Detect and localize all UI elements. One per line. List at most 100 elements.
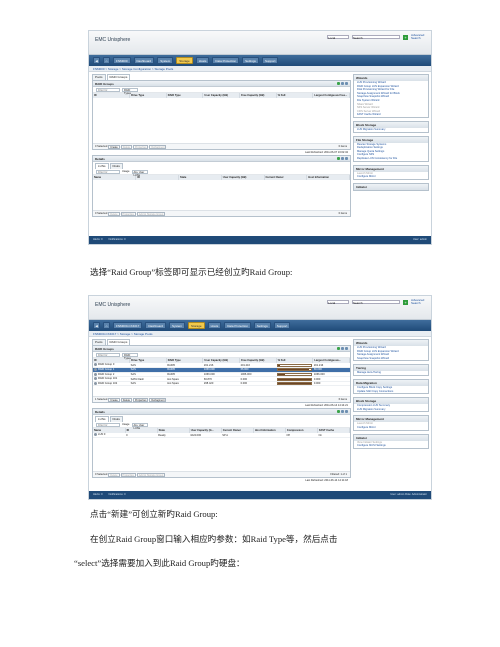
sidebar-link[interactable]: Configure iSCSI Settings <box>354 444 428 448</box>
search-go-icon[interactable]: + <box>403 299 408 305</box>
delete-button[interactable]: Delete <box>108 472 120 477</box>
node-select[interactable]: FNM000-CX4017 <box>113 322 143 329</box>
help-icon[interactable] <box>341 82 344 85</box>
tab-disks[interactable]: Disks <box>109 416 123 422</box>
delete-button[interactable]: Delete <box>108 211 120 216</box>
breadcrumb[interactable]: FNM000-CX4017 > Storage > Storage Pools <box>89 331 431 337</box>
advanced-search-link[interactable]: Advanced Search <box>411 299 425 305</box>
tab-luns[interactable]: LUNs <box>95 416 109 422</box>
advanced-search-link[interactable]: Advanced Search <box>411 34 425 40</box>
search-input[interactable]: Search <box>352 300 400 305</box>
sidebar-link[interactable]: LUN Migration Summary <box>354 408 428 412</box>
breadcrumb[interactable]: FNM000 > Storage > Storage Configuration… <box>89 66 431 72</box>
usage-select[interactable]: ALL User LUNs <box>131 422 148 430</box>
raid-type-select[interactable]: RAID Types <box>122 352 138 360</box>
nav-data-protection[interactable]: Data Protection <box>224 322 251 329</box>
raid-type-select[interactable]: RAID Types <box>122 87 138 95</box>
nav-system[interactable]: System <box>169 322 186 329</box>
home-icon[interactable]: ⌂ <box>103 57 110 64</box>
refresh-icon[interactable] <box>337 347 340 350</box>
collapse-icon[interactable] <box>345 82 348 85</box>
delete-button[interactable]: Delete <box>120 144 133 149</box>
alerts-status[interactable]: Alerts: 0 <box>93 236 103 244</box>
properties-button[interactable]: Properties <box>120 472 136 477</box>
sidebar-link[interactable]: Update SAN Copy Connections <box>354 390 428 394</box>
col-header[interactable]: Drive Type <box>129 93 167 98</box>
col-header[interactable]: Largest Contiguous Free... <box>312 93 350 98</box>
add-to-storage-group-button[interactable]: Add to Storage Group <box>136 211 166 216</box>
tab-disks[interactable]: Disks <box>109 163 123 169</box>
filter-input[interactable]: Filter for <box>96 87 120 92</box>
col-header[interactable]: % Full <box>276 93 314 98</box>
delete-button[interactable]: Delete <box>120 397 133 402</box>
help-icon[interactable] <box>341 410 344 413</box>
nav-data-protection[interactable]: Data Protection <box>212 57 240 64</box>
nav-storage[interactable]: Storage <box>188 322 205 329</box>
properties-button[interactable]: Properties <box>120 211 136 216</box>
properties-button[interactable]: Properties <box>133 397 149 402</box>
add-to-storage-group-button[interactable]: Add to Storage Group <box>136 472 166 477</box>
sidebar-link[interactable]: Replicate LUN Consistency for File <box>354 157 428 161</box>
col-header[interactable]: Current Owner <box>264 175 308 180</box>
notifications-status[interactable]: Notifications: 0 <box>109 236 126 244</box>
tab-luns[interactable]: LUNs <box>95 163 109 169</box>
defragment-button[interactable]: Defragment <box>149 397 167 402</box>
table-row[interactable]: LUN 0 0 Ready 1024.000 SP A Off On <box>93 433 350 439</box>
nav-system[interactable]: System <box>157 57 174 64</box>
percent-full-bar <box>277 372 312 376</box>
nav-hosts[interactable]: Hosts <box>207 322 222 329</box>
system-select[interactable]: Local <box>327 300 349 305</box>
search-go-icon[interactable]: + <box>403 34 408 40</box>
properties-button[interactable]: Properties <box>133 144 149 149</box>
back-icon[interactable]: ◀ <box>93 322 100 329</box>
refresh-icon[interactable] <box>337 82 340 85</box>
col-header[interactable]: User Capacity (GB) <box>221 175 265 180</box>
nav-hosts[interactable]: Hosts <box>195 57 210 64</box>
sidebar-link[interactable]: Configure Mirror <box>354 175 428 179</box>
refresh-icon[interactable] <box>337 157 340 160</box>
lun-compression: Off <box>285 433 318 439</box>
create-button[interactable]: Create <box>108 144 120 149</box>
sidebar-link[interactable]: FAST Cache Wizard <box>354 113 428 117</box>
table-row[interactable]: RAID Group 102 SAS Hot Spare 268.420 0.000 0.… <box>93 381 350 387</box>
nav-dashboard[interactable]: Dashboard <box>133 57 155 64</box>
create-button[interactable]: Create <box>108 397 120 402</box>
alerts-status[interactable]: Alerts: 0 <box>93 491 103 499</box>
collapse-icon[interactable] <box>345 410 348 413</box>
home-icon[interactable]: ⌂ <box>103 322 110 329</box>
raid-group-icon <box>94 382 97 386</box>
col-header[interactable]: User Capacity (GB) <box>202 93 241 98</box>
col-header[interactable]: Host Information <box>306 175 350 180</box>
nav-support[interactable]: Support <box>273 322 291 329</box>
col-header[interactable]: Free Capacity (GB) <box>239 93 277 98</box>
nav-settings[interactable]: Settings <box>253 322 271 329</box>
sidebar-link[interactable]: Manage Auto-Tiering <box>354 371 428 375</box>
nav-settings[interactable]: Settings <box>242 57 259 64</box>
col-header[interactable]: State <box>178 175 222 180</box>
back-icon[interactable]: ◀ <box>93 57 100 64</box>
defragment-button[interactable]: Defragment <box>149 144 167 149</box>
node-select[interactable]: FNM000 <box>113 57 131 64</box>
sidebar-link[interactable]: LUN Migration Summary <box>354 128 428 132</box>
help-icon[interactable] <box>341 347 344 350</box>
refresh-icon[interactable] <box>337 410 340 413</box>
notifications-status[interactable]: Notifications: 0 <box>109 491 126 499</box>
col-header[interactable]: RAID Type <box>166 93 204 98</box>
filter-input[interactable]: Filter for <box>96 422 120 427</box>
nav-support[interactable]: Support <box>261 57 279 64</box>
collapse-icon[interactable] <box>345 157 348 160</box>
filter-input[interactable]: Filter for <box>96 352 120 357</box>
search-input[interactable]: Search <box>352 35 400 40</box>
nav-storage[interactable]: Storage <box>176 57 193 64</box>
col-header[interactable]: ID <box>135 175 179 180</box>
system-select[interactable]: Local <box>327 35 349 40</box>
col-header[interactable]: Name <box>93 175 137 180</box>
sidebar-link[interactable]: SnapView Snapshot Wizard <box>354 357 428 361</box>
filter-input[interactable]: Filter for <box>96 169 120 174</box>
help-icon[interactable] <box>341 157 344 160</box>
collapse-icon[interactable] <box>345 347 348 350</box>
nav-dashboard[interactable]: Dashboard <box>145 322 167 329</box>
sidebar-link[interactable]: Configure Mirror <box>354 426 428 430</box>
lun-id: 0 <box>125 433 158 439</box>
usage-select[interactable]: ALL User LUNs <box>131 169 148 177</box>
